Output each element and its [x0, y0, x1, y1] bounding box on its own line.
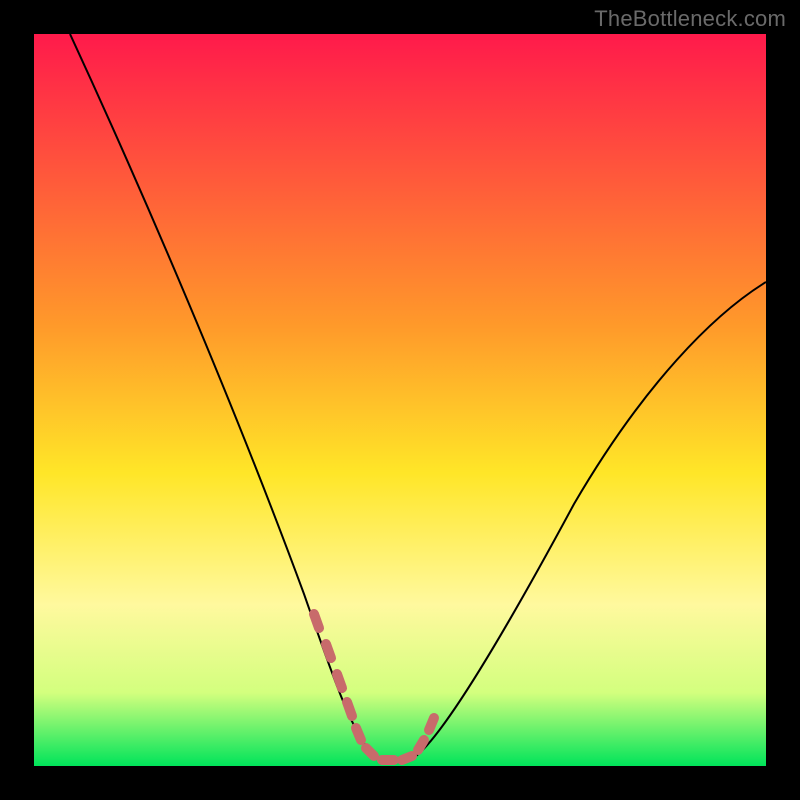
chart-frame: TheBottleneck.com [0, 0, 800, 800]
watermark-text: TheBottleneck.com [594, 6, 786, 32]
gradient-background [34, 34, 766, 766]
chart-svg [34, 34, 766, 766]
plot-area [34, 34, 766, 766]
